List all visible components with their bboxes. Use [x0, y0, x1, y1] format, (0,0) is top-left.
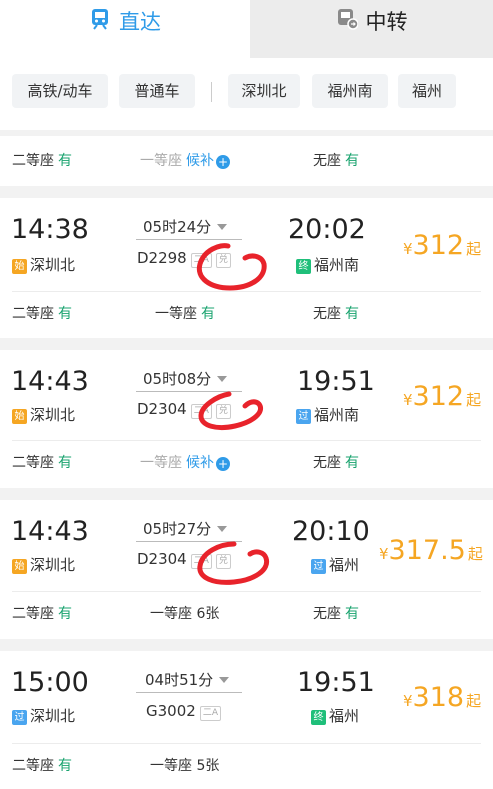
arrive-station: 过福州	[311, 554, 359, 575]
price: ¥317.5 起	[379, 535, 483, 566]
duration-line	[136, 692, 242, 693]
duration[interactable]: 05时24分	[143, 216, 228, 237]
origin-tag: 始	[12, 409, 27, 424]
seat-no-seat: 无座有	[313, 306, 359, 322]
tab-direct[interactable]: 直达	[0, 0, 250, 58]
pass-tag: 过	[12, 710, 27, 725]
seat-first-class: 一等座有	[155, 306, 215, 322]
annotation-circle	[197, 541, 270, 585]
duration[interactable]: 04时51分	[145, 669, 230, 690]
origin-tag: 始	[12, 559, 27, 574]
arrive-time: 20:02	[288, 214, 366, 245]
depart-station: 始深圳北	[12, 254, 75, 275]
annotation-circle	[196, 243, 267, 291]
pass-tag: 过	[311, 559, 326, 574]
seat-second-class: 二等座有	[12, 455, 72, 471]
depart-time: 14:43	[11, 366, 89, 397]
chevron-down-icon	[217, 224, 228, 230]
seat-first-class: 一等座 5张	[150, 758, 220, 774]
tab-direct-label: 直达	[119, 10, 161, 34]
arrive-station: 终福州	[311, 705, 359, 726]
duration[interactable]: 05时27分	[143, 518, 228, 539]
filter-station-fuzhou[interactable]: 福州	[398, 74, 456, 108]
price: ¥312 起	[403, 230, 482, 261]
arrive-station: 过福州南	[296, 404, 359, 425]
train-card[interactable]: 15:00 过深圳北 04时51分 G3002 二A 19:51 终福州 ¥318…	[0, 651, 493, 789]
terminal-tag: 终	[296, 259, 311, 274]
seat-row: 二等座有 一等座 6张 无座有	[0, 591, 493, 637]
chevron-down-icon	[217, 526, 228, 532]
depart-station: 始深圳北	[12, 404, 75, 425]
train-card-previous[interactable]: 二等座有 一等座 候补 + 无座有	[0, 136, 493, 186]
tab-transfer-label: 中转	[365, 10, 408, 34]
chevron-down-icon	[217, 376, 228, 382]
price: ¥318 起	[403, 682, 482, 713]
depart-time: 14:43	[11, 516, 89, 547]
seat-row: 二等座有 一等座有 无座有	[0, 291, 493, 337]
origin-tag: 始	[12, 259, 27, 274]
ticket-count: 5张	[196, 758, 220, 774]
tab-transfer[interactable]: 中转	[250, 0, 493, 58]
ticket-count: 6张	[196, 606, 220, 622]
waitlist-plus-icon[interactable]: +	[216, 457, 230, 471]
seat-first-class: 一等座 候补 +	[140, 153, 230, 169]
chevron-down-icon	[219, 677, 230, 683]
annotation-circle	[198, 391, 263, 431]
arrive-station: 终福州南	[296, 254, 359, 275]
transfer-train-icon	[337, 9, 358, 30]
arrive-time: 19:51	[297, 667, 375, 698]
filter-normal[interactable]: 普通车	[119, 74, 195, 108]
waitlist-plus-icon[interactable]: +	[216, 155, 230, 169]
top-tabs: 直达 中转	[0, 0, 493, 58]
seat-no-seat: 无座有	[313, 153, 359, 169]
seat-row: 二等座有 一等座 候补 + 无座有	[0, 440, 493, 486]
filter-bar: 高铁/动车 普通车 深圳北 福州南 福州	[0, 58, 493, 130]
depart-station: 始深圳北	[12, 554, 75, 575]
depart-time: 15:00	[11, 667, 89, 698]
seat-first-class: 一等座 6张	[150, 606, 220, 622]
filter-station-fuzhounan[interactable]: 福州南	[312, 74, 388, 108]
seat-no-seat: 无座有	[313, 455, 359, 471]
train-number[interactable]: G3002 二A	[146, 702, 221, 721]
seat-second-class: 二等座有	[12, 153, 72, 169]
arrive-time: 19:51	[297, 366, 375, 397]
seat-second-class: 二等座有	[12, 758, 72, 774]
seat-row: 二等座有 一等座 5张	[0, 743, 493, 789]
pass-tag: 过	[296, 409, 311, 424]
depart-time: 14:38	[11, 214, 89, 245]
seat-second-class: 二等座有	[12, 606, 72, 622]
seat-type-icon: 二A	[199, 706, 221, 721]
arrive-time: 20:10	[292, 516, 370, 547]
price: ¥312 起	[403, 381, 482, 412]
filter-station-shenzhenbei[interactable]: 深圳北	[228, 74, 300, 108]
depart-station: 过深圳北	[12, 705, 75, 726]
filter-divider	[211, 82, 212, 102]
filter-highspeed[interactable]: 高铁/动车	[12, 74, 108, 108]
terminal-tag: 终	[311, 710, 326, 725]
seat-no-seat: 无座有	[313, 606, 359, 622]
seat-row: 二等座有 一等座 候补 + 无座有	[0, 138, 493, 184]
seat-second-class: 二等座有	[12, 306, 72, 322]
seat-first-class: 一等座 候补 +	[140, 455, 230, 471]
train-icon	[92, 9, 108, 30]
